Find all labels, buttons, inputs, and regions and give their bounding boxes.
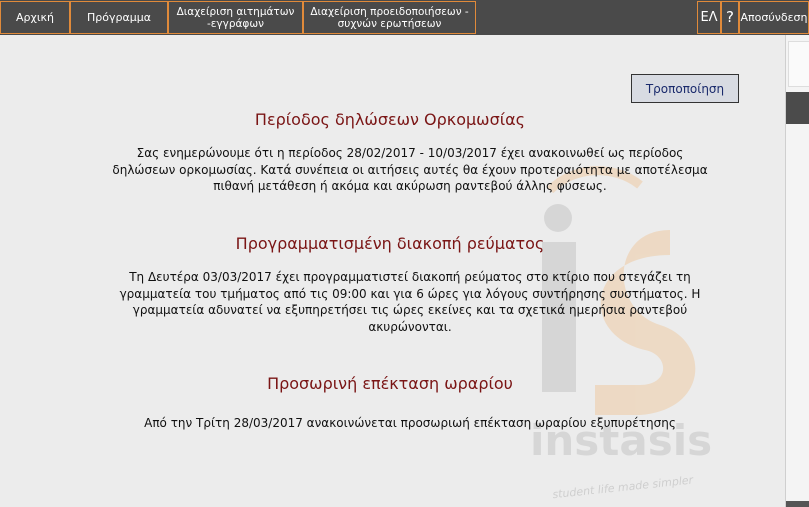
nav-requests[interactable]: Διαχείριση αιτημάτων -εγγράφων (168, 1, 303, 34)
announcement-title-hours-extension: Προσωρινή επέκταση ωραρίου (267, 374, 513, 393)
scroll-up-button[interactable] (788, 41, 809, 87)
announcement-title-power-outage: Προγραμματισμένη διακοπή ρεύματος (235, 234, 545, 253)
watermark-tagline: student life made simpler (552, 473, 695, 500)
nav-notices[interactable]: Διαχείριση προειδοποιήσεων - συχνών ερωτ… (303, 1, 476, 34)
edit-button[interactable]: Τροποποίηση (631, 74, 739, 103)
nav-home[interactable]: Αρχική (0, 1, 70, 34)
top-nav-bar: Αρχική Πρόγραμμα Διαχείριση αιτημάτων -ε… (0, 0, 809, 35)
nav-language[interactable]: ΕΛ (697, 1, 721, 34)
vertical-scrollbar[interactable] (785, 35, 809, 507)
nav-schedule[interactable]: Πρόγραμμα (70, 1, 168, 34)
nav-logout[interactable]: Αποσύνδεση (739, 1, 809, 34)
scrollbar-thumb[interactable] (786, 92, 809, 124)
announcement-body-hours-extension: Από την Τρίτη 28/03/2017 ανακοινώνεται π… (144, 416, 676, 430)
scroll-down-button[interactable] (786, 501, 809, 507)
announcement-title-enrollment: Περίοδος δηλώσεων Ορκομωσίας (254, 110, 526, 129)
announcement-body-power-outage: Τη Δευτέρα 03/03/2017 έχει προγραμματιστ… (119, 270, 701, 334)
announcement-body-enrollment: Σας ενημερώνουμε ότι η περίοδος 28/02/20… (112, 146, 708, 193)
nav-help[interactable]: ? (721, 1, 739, 34)
